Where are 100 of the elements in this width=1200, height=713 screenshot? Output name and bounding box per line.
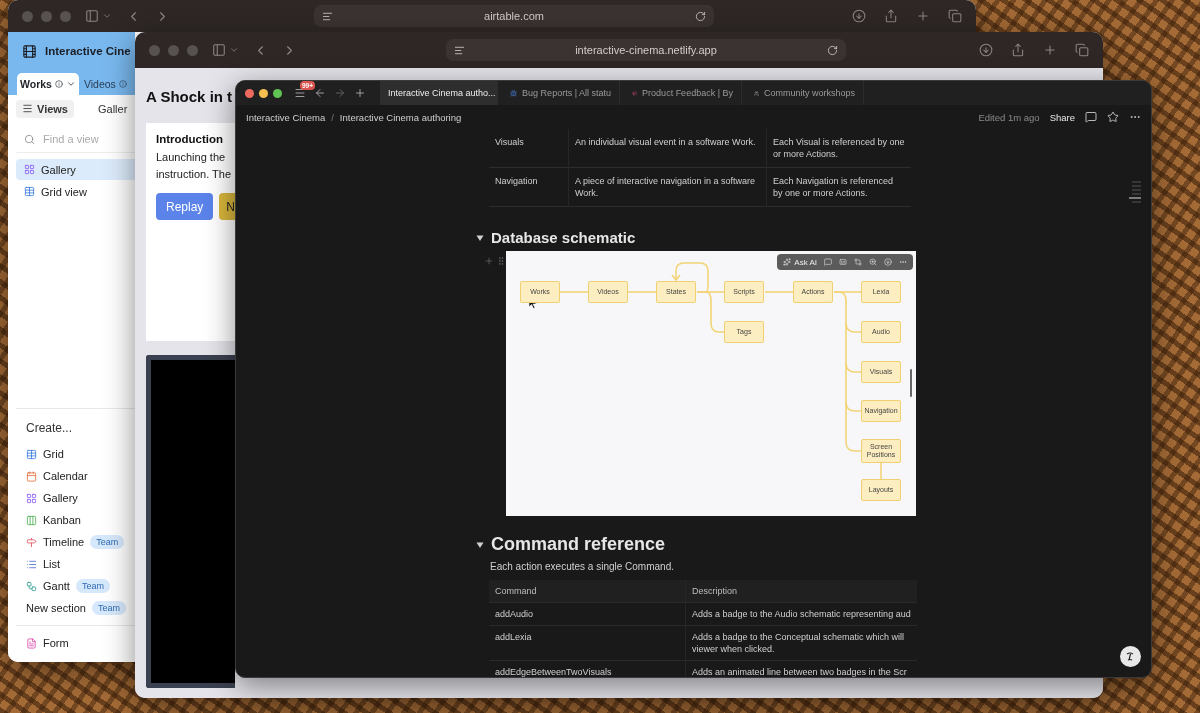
breadcrumb-link[interactable]: Interactive Cinema authoring — [339, 111, 462, 123]
create-view-item[interactable]: Kanban — [16, 509, 135, 531]
window-button[interactable] — [22, 10, 33, 22]
share-button[interactable]: Share — [1049, 111, 1075, 123]
table-cell: Each Visual is referenced by one or more Actions. — [767, 129, 911, 168]
connector-line — [559, 291, 589, 293]
reload-icon — [695, 10, 706, 22]
pen-icon — [1125, 651, 1136, 662]
create-view-item[interactable]: Timeline Team — [16, 531, 135, 553]
create-view-item[interactable]: Calendar — [16, 465, 135, 487]
breadcrumb-link[interactable]: Interactive Cinema — [246, 111, 326, 123]
create-view-item[interactable]: Grid — [16, 443, 135, 465]
create-view-item[interactable]: Form — [16, 632, 135, 654]
table-cell: Visuals — [489, 129, 569, 168]
video-player[interactable] — [146, 355, 235, 688]
table-cell: Adds a badge to the Conceptual schematic which will viewer when clicked. — [686, 626, 917, 661]
table-cell: Each Navigation is referenced by one or more Actions. — [767, 168, 911, 207]
address-bar[interactable]: airtable.com — [314, 5, 714, 27]
zoom-in-icon[interactable] — [869, 258, 877, 266]
scroll-thumb[interactable] — [910, 369, 912, 397]
table-cell: An individual visual event in a software Work. — [569, 129, 767, 168]
browser-tab[interactable]: Product Feedback | By — [624, 81, 742, 105]
drag-handle-icon[interactable] — [496, 256, 506, 266]
timeline-icon — [26, 536, 37, 548]
create-view-item[interactable]: Gantt Team — [16, 575, 135, 597]
window-button[interactable] — [41, 10, 52, 22]
table-cell: Adds a badge to the Audio schematic representing aud — [686, 603, 917, 626]
connector-line — [764, 291, 794, 293]
download-icon[interactable] — [979, 43, 993, 57]
search-field[interactable]: Find a view — [41, 132, 125, 146]
new-tab-icon[interactable] — [1043, 43, 1057, 57]
window-button[interactable] — [187, 44, 198, 56]
card-text: instruction. The — [156, 167, 232, 182]
breadcrumb-separator: / — [331, 111, 334, 123]
section-heading: Command reference — [491, 534, 666, 555]
page-menu-icon — [322, 10, 333, 22]
share-icon[interactable] — [1011, 43, 1025, 57]
chevron-down-icon — [102, 11, 112, 21]
chevron-down-icon — [65, 79, 76, 89]
table-tab[interactable]: Works — [17, 73, 79, 95]
film-icon — [22, 43, 37, 59]
close-button[interactable] — [245, 88, 254, 98]
browser-tab[interactable]: Bug Reports | All statu — [502, 81, 620, 105]
team-badge: Team — [90, 535, 125, 549]
toggle-icon[interactable] — [476, 540, 484, 549]
gantt-icon — [26, 580, 37, 592]
address-bar[interactable]: interactive-cinema.netlify.app — [446, 39, 846, 61]
toggle-icon[interactable] — [476, 233, 484, 242]
kanban-icon — [26, 514, 37, 526]
megaphone-icon — [632, 88, 638, 98]
crop-icon[interactable] — [854, 258, 862, 266]
next-button[interactable]: N — [219, 193, 235, 220]
grid-icon — [24, 186, 35, 197]
tabs-overview-icon[interactable] — [1075, 43, 1089, 57]
help-button[interactable] — [1120, 646, 1141, 667]
share-icon[interactable] — [884, 9, 898, 23]
window-button[interactable] — [60, 10, 71, 22]
new-tab-icon[interactable] — [354, 87, 366, 99]
card-text: Launching the — [156, 150, 227, 165]
page-outline-icon[interactable] — [1129, 181, 1141, 203]
favorite-icon[interactable] — [1107, 111, 1119, 123]
sidebar-icon[interactable] — [212, 43, 226, 57]
view-item[interactable]: Gallery — [16, 159, 135, 180]
create-view-item[interactable]: New section Team — [16, 597, 135, 619]
table-tab[interactable]: Videos — [80, 73, 130, 95]
base-title: Interactive Cine — [45, 45, 131, 57]
info-icon — [54, 80, 63, 88]
zoom-button[interactable] — [273, 88, 282, 98]
chevron-down-icon — [229, 45, 239, 55]
current-view-name[interactable]: Galler — [98, 102, 128, 115]
window-button[interactable] — [168, 44, 179, 56]
browser-tab[interactable]: Community workshops — [746, 81, 864, 105]
minimize-button[interactable] — [259, 88, 268, 98]
browser-tab[interactable]: Interactive Cinema autho... — [380, 81, 498, 105]
back-icon[interactable] — [314, 87, 326, 99]
comment-icon[interactable] — [1085, 111, 1097, 123]
download-icon[interactable] — [852, 9, 866, 23]
window-button[interactable] — [149, 44, 160, 56]
reload-icon — [827, 44, 838, 56]
table-cell: addLexia — [489, 626, 686, 661]
connector-line — [880, 462, 882, 480]
add-block-icon[interactable] — [484, 256, 494, 266]
column-header: Command — [489, 580, 686, 603]
view-item[interactable]: Grid view — [16, 181, 135, 202]
tabs-overview-icon[interactable] — [948, 9, 962, 23]
gallery-icon — [26, 492, 37, 504]
menu-icon[interactable] — [294, 87, 306, 99]
ask-ai-button[interactable]: Ask AI — [783, 257, 817, 267]
table-cell: addAudio — [489, 603, 686, 626]
column-header: Description — [686, 580, 917, 603]
sidebar-icon[interactable] — [85, 9, 99, 23]
create-view-item[interactable]: Gallery — [16, 487, 135, 509]
create-view-item[interactable]: List — [16, 553, 135, 575]
views-button[interactable]: Views — [16, 99, 74, 118]
new-tab-icon[interactable] — [916, 9, 930, 23]
replay-button[interactable]: Replay — [156, 193, 214, 220]
connector-line — [627, 291, 657, 293]
edited-time: Edited 1m ago — [978, 111, 1040, 123]
list-icon — [26, 558, 37, 570]
caption-icon[interactable] — [839, 258, 847, 266]
